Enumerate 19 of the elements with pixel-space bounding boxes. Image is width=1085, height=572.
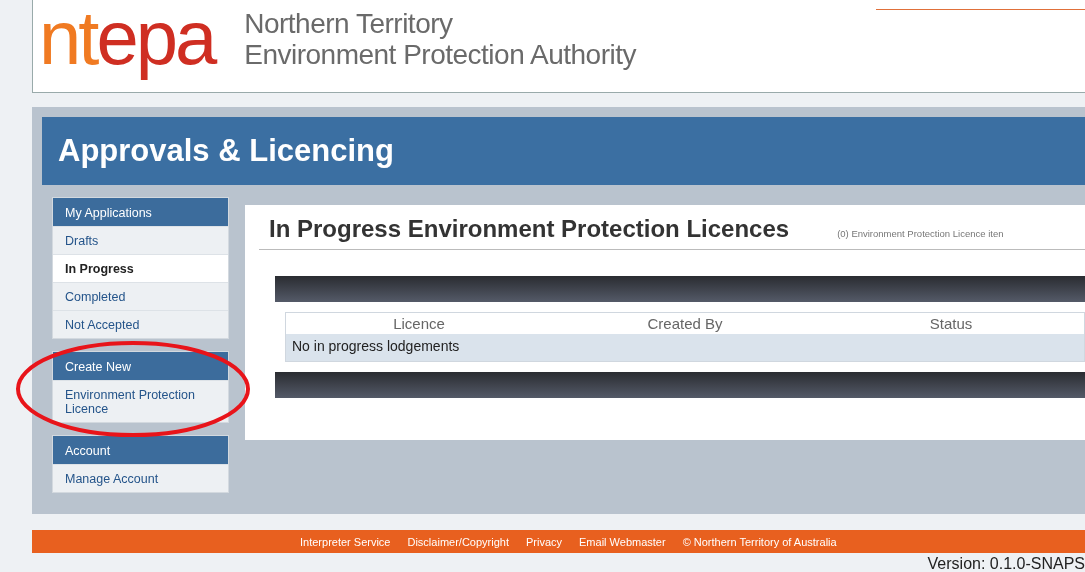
app-title: Approvals & Licencing bbox=[58, 133, 394, 169]
column-header: Status bbox=[928, 315, 974, 332]
section-heading: Create New bbox=[53, 352, 228, 380]
column-header: Created By bbox=[646, 315, 724, 332]
sidebar-link[interactable]: In Progress bbox=[53, 254, 228, 282]
org-name: Environment Protection Authority bbox=[244, 39, 636, 70]
sidebar-link[interactable]: Not Accepted bbox=[53, 310, 228, 338]
sidebar-link[interactable]: Environment Protection Licence bbox=[53, 380, 228, 422]
page-title: In Progress Environment Protection Licences bbox=[269, 215, 790, 243]
sidebar-link[interactable]: Manage Account bbox=[53, 464, 228, 492]
item-count: (0) Environment Protection Licence iten bbox=[837, 228, 1004, 239]
sidebar-link[interactable]: Completed bbox=[53, 282, 228, 310]
org-name: Northern Territory bbox=[244, 8, 454, 39]
section-heading: Account bbox=[53, 436, 228, 464]
logo: ntepa bbox=[39, 0, 215, 82]
column-header: Licence bbox=[392, 315, 446, 332]
version-text: Version: 0.1.0-SNAPS bbox=[927, 555, 1085, 572]
section-heading: My Applications bbox=[53, 198, 228, 226]
empty-message: No in progress lodgements bbox=[292, 338, 460, 354]
